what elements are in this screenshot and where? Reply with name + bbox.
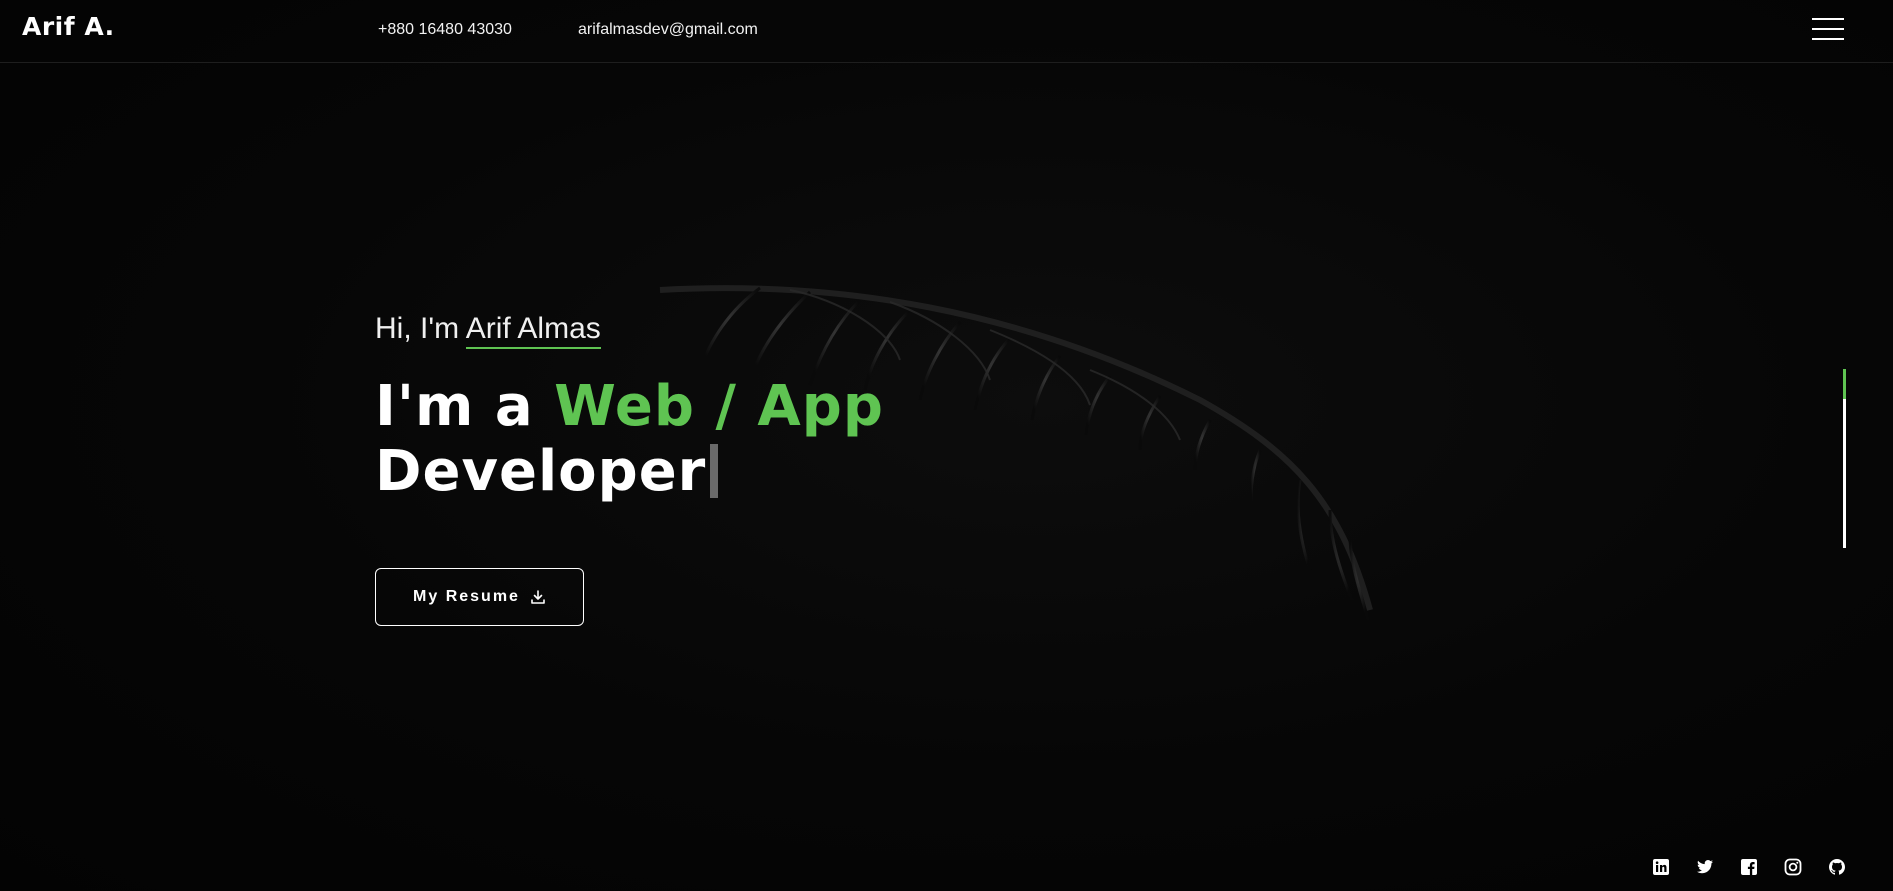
social-links [1652, 858, 1846, 876]
headline-suffix: Developer [375, 439, 707, 504]
resume-button-label: My Resume [413, 588, 520, 605]
greeting-name: Arif Almas [465, 312, 601, 349]
twitter-icon[interactable] [1696, 858, 1714, 876]
hero-section: Hi, I'm Arif Almas I'm a Web / App Devel… [375, 312, 884, 504]
greeting: Hi, I'm Arif Almas [375, 312, 884, 349]
headline: I'm a Web / App Developer [375, 374, 884, 504]
linkedin-icon[interactable] [1652, 858, 1670, 876]
top-navbar: Arif A. +880 16480 43030 arifalmasdev@gm… [0, 0, 1893, 63]
github-icon[interactable] [1828, 858, 1846, 876]
resume-download-button[interactable]: My Resume [375, 568, 584, 626]
instagram-icon[interactable] [1784, 858, 1802, 876]
greeting-prefix: Hi, I'm [375, 312, 466, 345]
typing-cursor [710, 444, 719, 498]
phone-number[interactable]: +880 16480 43030 [378, 21, 512, 39]
scroll-progress-indicator[interactable] [1843, 369, 1846, 548]
scroll-progress-thumb [1843, 369, 1846, 399]
download-icon [531, 590, 545, 604]
facebook-icon[interactable] [1740, 858, 1758, 876]
headline-accent: Web / App [554, 374, 884, 439]
hamburger-icon[interactable] [1812, 16, 1846, 42]
email-address[interactable]: arifalmasdev@gmail.com [578, 21, 758, 39]
headline-prefix: I'm a [375, 374, 555, 439]
brand-logo[interactable]: Arif A. [22, 12, 115, 41]
